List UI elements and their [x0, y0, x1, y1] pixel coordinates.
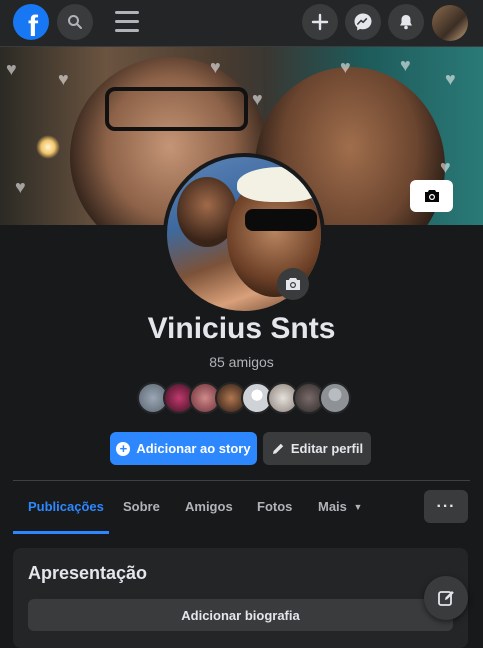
- add-to-story-label: Adicionar ao story: [136, 441, 251, 456]
- friends-count-link[interactable]: 85 amigos: [0, 354, 483, 370]
- more-options-icon: ···: [436, 497, 456, 515]
- edit-profile-label: Editar perfil: [290, 441, 364, 456]
- profile-name: Vinicius Snts: [147, 312, 336, 345]
- edit-profile-button[interactable]: Editar perfil: [263, 432, 371, 465]
- tab-mais-label: Mais: [318, 499, 347, 514]
- heart-decoration-icon: ♥: [210, 57, 221, 77]
- cover-photo-light: [36, 135, 60, 159]
- heart-decoration-icon: ♥: [15, 177, 26, 197]
- messenger-icon: [354, 13, 372, 31]
- search-icon: [68, 15, 82, 29]
- tab-publicacoes[interactable]: Publicações: [28, 499, 104, 514]
- more-options-button[interactable]: ···: [424, 490, 468, 523]
- notifications-bell-icon: [400, 15, 412, 30]
- facebook-logo[interactable]: f: [13, 4, 49, 40]
- camera-icon: [424, 190, 439, 202]
- caret-down-icon: ▼: [353, 502, 363, 512]
- menu-icon[interactable]: [115, 11, 139, 33]
- tab-mais[interactable]: Mais ▼: [318, 499, 362, 514]
- search-button[interactable]: [57, 4, 93, 40]
- edit-cover-photo-button[interactable]: [410, 180, 453, 212]
- pencil-icon: [272, 443, 284, 454]
- facebook-logo-glyph: f: [28, 10, 38, 40]
- heart-decoration-icon: ♥: [440, 157, 451, 177]
- edit-profile-picture-button[interactable]: [277, 268, 309, 300]
- tab-fotos[interactable]: Fotos: [257, 499, 292, 514]
- account-avatar[interactable]: [432, 5, 468, 41]
- intro-card-title: Apresentação: [28, 563, 148, 583]
- top-navigation-bar: f: [0, 0, 483, 47]
- heart-decoration-icon: ♥: [400, 55, 411, 75]
- intro-card: Apresentação Adicionar biografia: [13, 548, 468, 648]
- profile-picture-sunglasses: [245, 209, 317, 231]
- cover-photo-glasses: [105, 87, 248, 131]
- heart-decoration-icon: ♥: [445, 69, 456, 89]
- messenger-button[interactable]: [345, 4, 381, 40]
- new-post-button[interactable]: [424, 576, 468, 620]
- heart-decoration-icon: ♥: [340, 57, 351, 77]
- plus-icon: [311, 13, 329, 31]
- notifications-button[interactable]: [388, 4, 424, 40]
- heart-decoration-icon: ♥: [58, 69, 69, 89]
- heart-decoration-icon: ♥: [6, 59, 17, 79]
- friend-avatar[interactable]: [319, 382, 351, 414]
- active-tab-indicator: [13, 531, 109, 534]
- tab-sobre[interactable]: Sobre: [123, 499, 160, 514]
- add-bio-button[interactable]: Adicionar biografia: [28, 599, 453, 631]
- add-to-story-button[interactable]: + Adicionar ao story: [110, 432, 257, 465]
- profile-picture-hat: [237, 167, 321, 202]
- camera-icon: [286, 278, 300, 290]
- tab-amigos[interactable]: Amigos: [185, 499, 233, 514]
- compose-icon: [438, 591, 454, 606]
- create-button[interactable]: [302, 4, 338, 40]
- heart-decoration-icon: ♥: [252, 89, 263, 109]
- divider: [13, 480, 470, 481]
- add-circle-icon: +: [116, 441, 131, 456]
